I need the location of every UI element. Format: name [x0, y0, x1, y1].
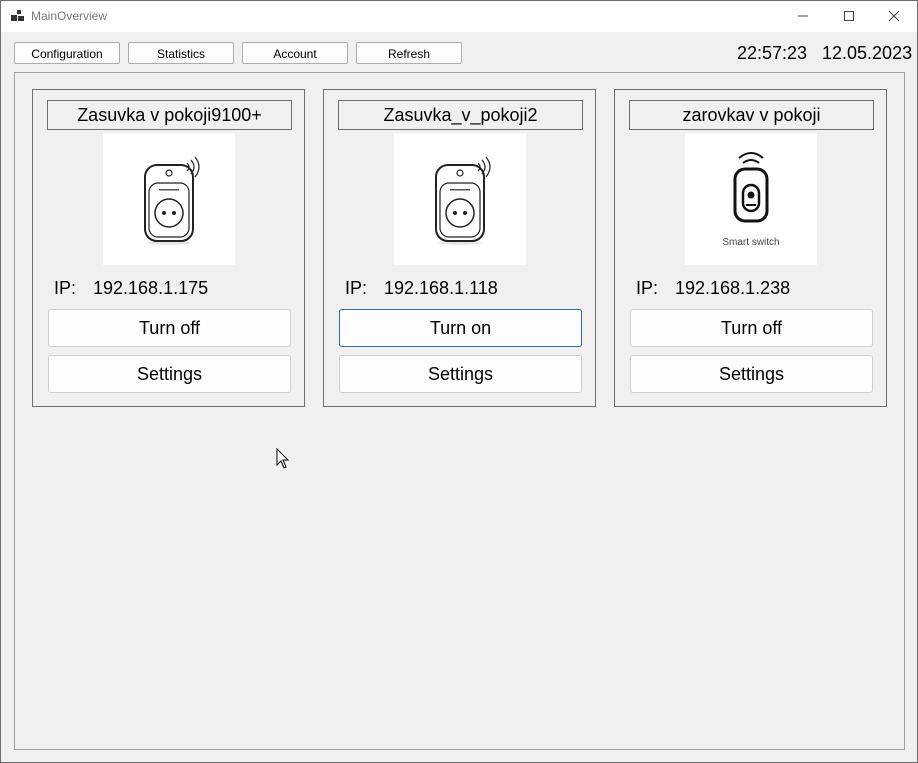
ip-label: IP: [345, 278, 368, 298]
configuration-button[interactable]: Configuration [14, 42, 120, 64]
settings-button[interactable]: Settings [339, 355, 582, 393]
title-bar[interactable]: MainOverview [1, 1, 917, 32]
device-card: zarovkav v pokoji Smart switch IP: 192.1… [614, 89, 887, 407]
statistics-button[interactable]: Statistics [128, 42, 234, 64]
ip-value: 192.168.1.118 [384, 278, 498, 298]
device-card: Zasuvka v pokoji9100+ IP: 192.168.1.175 … [32, 89, 305, 407]
ip-label: IP: [54, 278, 77, 298]
app-icon [11, 10, 24, 21]
minimize-icon [798, 15, 808, 17]
device-name: Zasuvka v pokoji9100+ [47, 100, 292, 130]
maximize-button[interactable] [826, 1, 872, 32]
mouse-cursor-icon [276, 448, 290, 469]
close-button[interactable] [871, 1, 917, 32]
settings-button[interactable]: Settings [630, 355, 873, 393]
ip-value: 192.168.1.175 [93, 278, 209, 298]
clock-time: 22:57:23 [737, 43, 808, 63]
close-icon [888, 10, 900, 22]
window-title: MainOverview [31, 9, 108, 23]
toggle-power-button[interactable]: Turn off [48, 309, 291, 347]
ip-value: 192.168.1.238 [675, 278, 791, 298]
minimize-button[interactable] [780, 1, 826, 32]
device-image [103, 133, 235, 265]
device-name: zarovkav v pokoji [629, 100, 874, 130]
clock-date: 12.05.2023 [822, 43, 913, 63]
smart-plug-icon [435, 156, 491, 245]
device-image: Smart switch [685, 133, 817, 265]
toggle-power-button[interactable]: Turn on [339, 309, 582, 347]
settings-button[interactable]: Settings [48, 355, 291, 393]
maximize-icon [844, 11, 854, 21]
refresh-button[interactable]: Refresh [356, 42, 462, 64]
smart-switch-icon: Smart switch [722, 152, 780, 248]
device-name: Zasuvka_v_pokoji2 [338, 100, 583, 130]
ip-label: IP: [636, 278, 659, 298]
device-card: Zasuvka_v_pokoji2 IP: 192.168.1.118 Turn… [323, 89, 596, 407]
main-window: MainOverview Configuration Statistics Ac… [0, 0, 918, 763]
image-caption: Smart switch [722, 237, 779, 248]
smart-plug-icon [144, 156, 200, 245]
toggle-power-button[interactable]: Turn off [630, 309, 873, 347]
device-image [394, 133, 526, 265]
account-button[interactable]: Account [242, 42, 348, 64]
